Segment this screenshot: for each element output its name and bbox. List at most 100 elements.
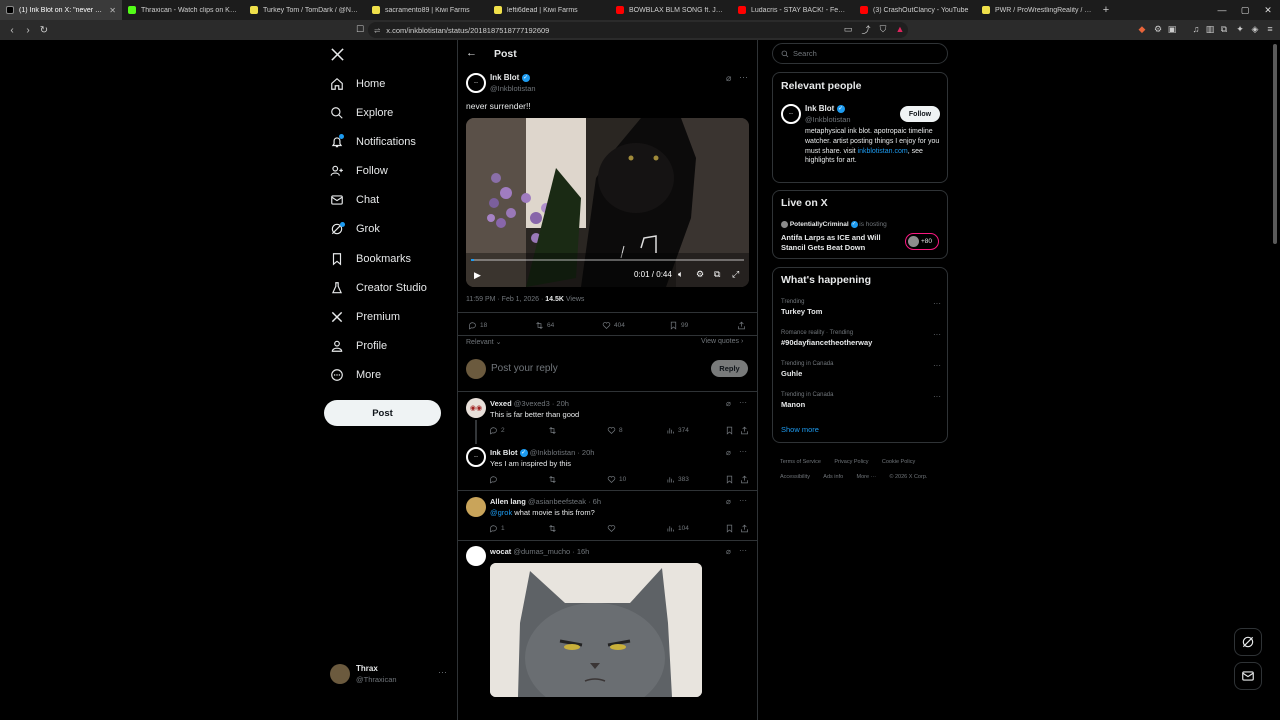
extensions-icon[interactable]: ⧉ (1218, 23, 1230, 35)
browser-tab[interactable]: sacramento89 | Kiwi Farms (366, 0, 488, 20)
back-arrow-icon[interactable]: ← (466, 47, 477, 59)
reply-button[interactable]: Reply (711, 360, 748, 377)
site-info-icon[interactable]: ⇌ (374, 26, 380, 35)
bio-link[interactable]: inkblotistan.com (858, 148, 908, 155)
play-icon[interactable]: ▶ (474, 270, 481, 281)
more-dots-icon[interactable]: ··· (739, 72, 748, 82)
video-player[interactable]: ▶ 0:01 / 0:44 🔈︎ ⚙ ⧉ ⤢ (466, 118, 749, 287)
browser-tab[interactable]: Turkey Tom / TomDark / @NotATurke (244, 0, 366, 20)
footer-link[interactable]: Accessibility (780, 474, 810, 480)
messages-float-button[interactable] (1234, 662, 1262, 690)
share-action[interactable] (740, 475, 749, 484)
views-action[interactable]: 383 (666, 475, 689, 484)
share-action[interactable] (740, 524, 749, 533)
footer-link[interactable]: More ··· (857, 474, 877, 480)
account-switcher[interactable]: Thrax @Thraxican ··· (330, 662, 450, 688)
like-action[interactable]: 8 (607, 426, 623, 435)
post-author[interactable]: Ink Blot ✓ (490, 73, 530, 82)
trend-item[interactable]: Trending in Canada Manon ··· (781, 392, 941, 409)
trend-item[interactable]: Trending in Canada Guhle ··· (781, 361, 941, 378)
live-host[interactable]: PotentiallyCriminal ✓ is hosting (781, 221, 887, 228)
nav-creator-studio[interactable]: Creator Studio (330, 276, 427, 300)
mention-link[interactable]: @grok (490, 508, 512, 517)
more-dots-icon[interactable]: ··· (739, 447, 747, 456)
live-title[interactable]: Antifa Larps as ICE and Will Stancil Get… (781, 233, 891, 252)
nav-grok[interactable]: Grok (330, 217, 380, 241)
reply-author[interactable]: wocat (490, 547, 511, 556)
more-dots-icon[interactable]: ··· (739, 496, 747, 505)
minimize-icon[interactable]: — (1210, 0, 1234, 20)
nav-explore[interactable]: Explore (330, 101, 393, 125)
reply-author[interactable]: Allen lang (490, 497, 526, 506)
repost-action[interactable] (548, 426, 557, 435)
nav-bookmarks[interactable]: Bookmarks (330, 247, 411, 271)
repost-action[interactable] (548, 524, 557, 533)
grok-icon[interactable]: ⌀ (726, 547, 731, 556)
bookmark-action[interactable] (725, 475, 734, 484)
repost-action[interactable]: 64 (535, 321, 554, 330)
close-window-icon[interactable]: ✕ (1256, 0, 1280, 20)
avatar[interactable]: ·-· (466, 73, 486, 93)
browser-tab[interactable]: Thraxican - Watch clips on Kick (122, 0, 244, 20)
trend-item[interactable]: Romance reality · Trending #90dayfiancet… (781, 330, 941, 347)
maximize-icon[interactable]: ▢ (1233, 0, 1257, 20)
reload-icon[interactable]: ↻ (36, 22, 52, 38)
bookmark-action[interactable] (725, 426, 734, 435)
wallet-icon[interactable]: ✦ (1234, 23, 1246, 35)
menu-icon[interactable]: ≡ (1264, 23, 1276, 35)
volume-icon[interactable]: 🔈︎ (678, 269, 683, 280)
close-tab-icon[interactable]: ✕ (109, 6, 116, 15)
scrollbar[interactable] (1273, 44, 1277, 244)
footer-link[interactable]: Terms of Service (780, 459, 821, 465)
like-action[interactable]: 10 (607, 475, 626, 484)
forward-icon[interactable]: › (20, 22, 36, 38)
views-action[interactable]: 374 (666, 426, 689, 435)
browser-tab[interactable]: (1) Ink Blot on X: "never surrender ✕ (0, 0, 122, 20)
footer-link[interactable]: Privacy Policy (834, 459, 868, 465)
bookmark-action[interactable] (725, 524, 734, 533)
reply-image[interactable] (490, 563, 702, 697)
footer-link[interactable]: Cookie Policy (882, 459, 915, 465)
author-handle[interactable]: @Inkblotistan (490, 84, 536, 93)
reply-author[interactable]: Ink Blot (490, 448, 518, 457)
video-progress-track[interactable] (471, 259, 744, 261)
more-dots-icon[interactable]: ··· (933, 392, 941, 401)
reply-action[interactable]: 2 (489, 426, 505, 435)
grok-float-button[interactable] (1234, 628, 1262, 656)
post-button[interactable]: Post (324, 400, 441, 426)
browser-tab[interactable]: BOWBLAX BLM SONG ft. Jay Z, Emin (610, 0, 732, 20)
nav-premium[interactable]: Premium (330, 305, 400, 329)
repost-action[interactable] (548, 475, 557, 484)
live-listeners[interactable]: +80 (905, 233, 939, 250)
back-icon[interactable]: ‹ (4, 22, 20, 38)
browser-tab[interactable]: lefti6dead | Kiwi Farms (488, 0, 610, 20)
x-logo-icon[interactable] (330, 47, 345, 62)
nav-chat[interactable]: Chat (330, 188, 379, 212)
view-quotes-link[interactable]: View quotes › (701, 338, 743, 345)
person-handle[interactable]: @Inkblotistan (805, 115, 851, 124)
more-dots-icon[interactable]: ··· (933, 361, 941, 370)
share-action[interactable] (740, 426, 749, 435)
reply-action[interactable]: 1 (489, 524, 505, 533)
picture-in-picture-icon[interactable]: ⧉ (714, 269, 720, 280)
reply-action[interactable] (489, 475, 498, 484)
reply-author[interactable]: Vexed (490, 399, 512, 408)
avatar[interactable]: ·-· (781, 104, 801, 124)
install-icon[interactable]: ▭ (842, 23, 854, 35)
search-input[interactable]: Search (772, 43, 948, 64)
grok-icon[interactable]: ⌀ (726, 497, 731, 506)
grok-icon[interactable]: ⌀ (726, 73, 731, 84)
like-action[interactable]: 404 (602, 321, 625, 330)
share-icon[interactable]: ⤴ (860, 23, 872, 35)
like-action[interactable] (607, 524, 616, 533)
nav-home[interactable]: Home (330, 72, 385, 96)
shield-icon[interactable]: ⛉ (877, 23, 889, 35)
extension-icon[interactable]: ⚙ (1152, 23, 1164, 35)
extension-icon[interactable]: ◆ (1136, 23, 1148, 35)
vpn-icon[interactable]: ◈ (1249, 23, 1261, 35)
reply-input[interactable]: Post your reply (491, 363, 558, 374)
address-bar[interactable]: ⇌ x.com/inkblotistan/status/201818751877… (368, 22, 908, 38)
settings-icon[interactable]: ⚙ (696, 269, 704, 280)
nav-more[interactable]: More (330, 363, 381, 387)
footer-link[interactable]: Ads info (823, 474, 843, 480)
